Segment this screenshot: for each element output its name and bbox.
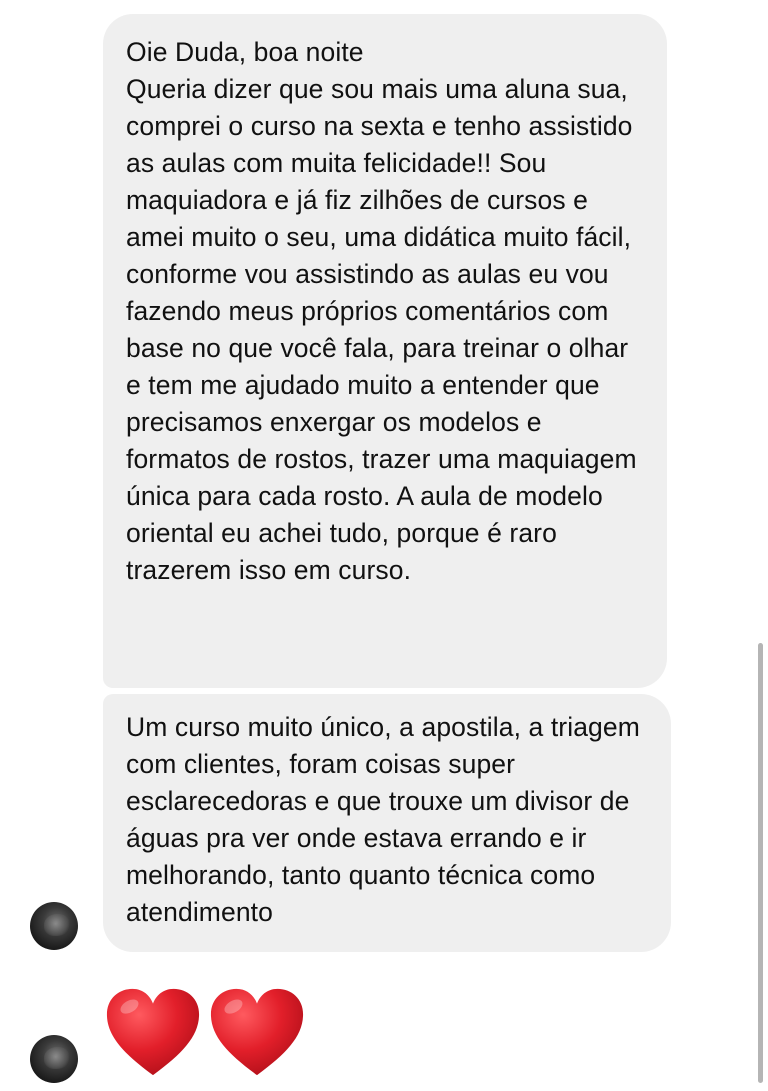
message-text: Um curso muito único, a apostila, a tria… [126,712,640,927]
message-bubble[interactable]: Um curso muito único, a apostila, a tria… [103,694,671,952]
message-bubble[interactable]: Oie Duda, boa noite Queria dizer que sou… [103,14,667,688]
scrollbar[interactable] [758,643,763,1083]
avatar[interactable] [30,1035,78,1083]
message-thread: Oie Duda, boa noite Queria dizer que sou… [0,0,768,1091]
message-text: Oie Duda, boa noite Queria dizer que sou… [126,37,637,585]
avatar[interactable] [30,902,78,950]
heart-emoji-icon [210,988,304,1076]
heart-emoji-icon [106,988,200,1076]
heart-emoji-message[interactable] [104,985,306,1083]
